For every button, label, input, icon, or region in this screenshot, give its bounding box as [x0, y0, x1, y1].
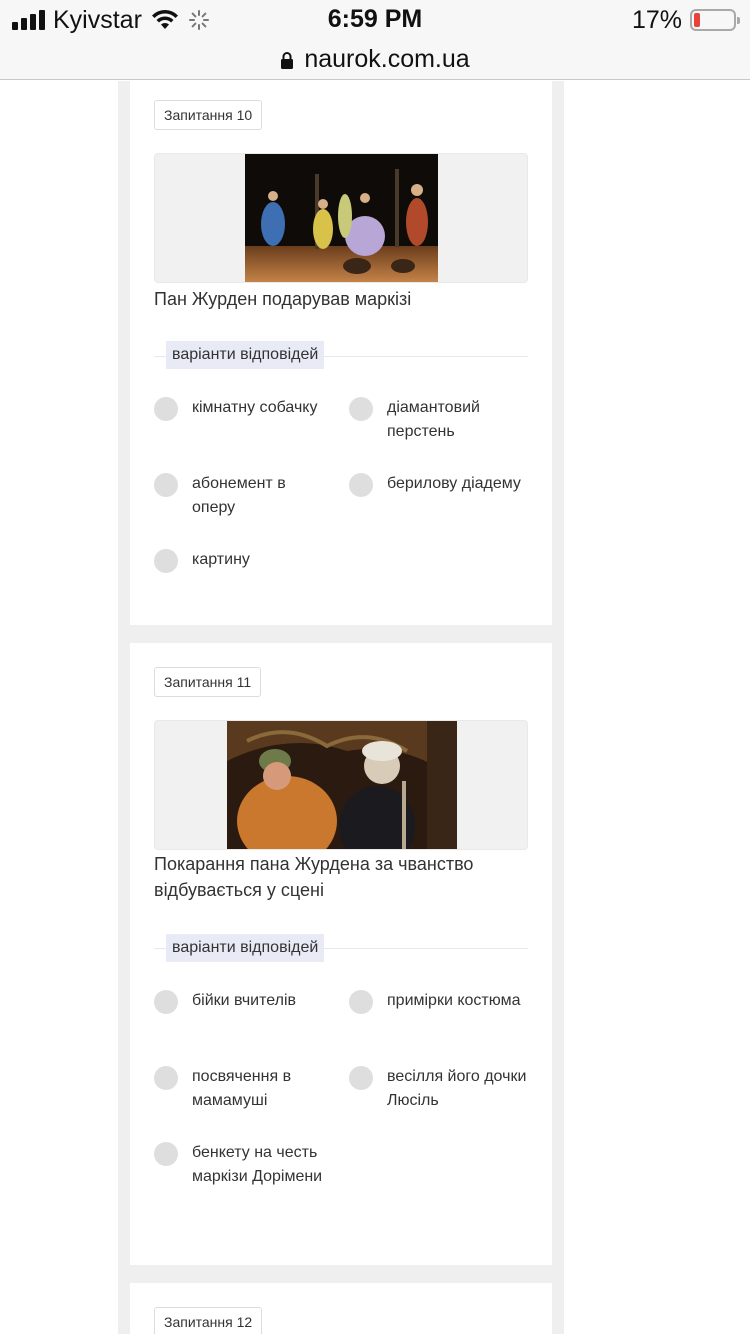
- question-text: Покарання пана Журдена за чванство відбу…: [154, 854, 474, 900]
- answer-option[interactable]: абонемент в оперу: [154, 472, 332, 520]
- url-text: naurok.com.ua: [304, 45, 470, 73]
- answer-options-label: варіанти відповідей: [166, 341, 325, 369]
- radio-button[interactable]: [154, 1066, 178, 1090]
- answer-option[interactable]: примірки костюма: [349, 989, 527, 1014]
- answer-option-label: бенкету на честь маркізи Дорімени: [192, 1144, 323, 1185]
- lock-icon: [281, 51, 294, 69]
- question-image: [154, 153, 528, 283]
- radio-button[interactable]: [154, 549, 178, 573]
- answer-option[interactable]: весілля його дочки Люсіль: [349, 1065, 527, 1113]
- question-number-badge: Запитання 12: [154, 1307, 263, 1334]
- question-text: Пан Журден подарував маркізі: [154, 289, 412, 309]
- answer-option-label: посвячення в мамамуші: [192, 1068, 292, 1109]
- theater-stage-photo: [245, 154, 438, 282]
- question-image: [154, 720, 528, 850]
- answer-option-label: примірки костюма: [387, 992, 521, 1009]
- answer-option-label: абонемент в оперу: [192, 475, 286, 516]
- answer-option[interactable]: берилову діадему: [349, 472, 527, 497]
- question-number-badge: Запитання 11: [154, 667, 262, 697]
- address-bar[interactable]: naurok.com.ua: [0, 40, 750, 80]
- answer-option[interactable]: діамантовий перстень: [349, 396, 527, 444]
- question-card: Запитання 12: [130, 1283, 552, 1334]
- answer-option-label: весілля його дочки Люсіль: [387, 1068, 527, 1109]
- radio-button[interactable]: [154, 397, 178, 421]
- answer-option[interactable]: бійки вчителів: [154, 989, 332, 1014]
- answer-option[interactable]: кімнатну собачку: [154, 396, 332, 421]
- radio-button[interactable]: [154, 473, 178, 497]
- answer-option-label: картину: [192, 551, 250, 568]
- answer-option[interactable]: картину: [154, 548, 332, 573]
- answer-option[interactable]: бенкету на честь маркізи Дорімени: [154, 1141, 332, 1189]
- radio-button[interactable]: [349, 990, 373, 1014]
- question-card: Запитання 11 Покарання пана Журдена за ч…: [130, 643, 552, 1265]
- question-number-badge: Запитання 10: [154, 100, 263, 130]
- radio-button[interactable]: [154, 990, 178, 1014]
- answer-option-label: діамантовий перстень: [387, 399, 480, 440]
- answer-option-label: кімнатну собачку: [192, 399, 318, 416]
- status-bar: Kyivstar 6:59 PM 17%: [0, 0, 750, 40]
- answer-option[interactable]: посвячення в мамамуші: [154, 1065, 332, 1113]
- radio-button[interactable]: [154, 1142, 178, 1166]
- answer-option-label: берилову діадему: [387, 475, 521, 492]
- radio-button[interactable]: [349, 397, 373, 421]
- radio-button[interactable]: [349, 473, 373, 497]
- film-still-photo: [227, 721, 457, 849]
- radio-button[interactable]: [349, 1066, 373, 1090]
- answer-options-label: варіанти відповідей: [166, 934, 325, 962]
- battery-icon: [690, 9, 740, 31]
- battery-percentage: 17%: [631, 5, 682, 34]
- question-card: Запитання 10 Пан Журден подарував маркіз…: [130, 81, 552, 625]
- answer-option-label: бійки вчителів: [192, 992, 296, 1009]
